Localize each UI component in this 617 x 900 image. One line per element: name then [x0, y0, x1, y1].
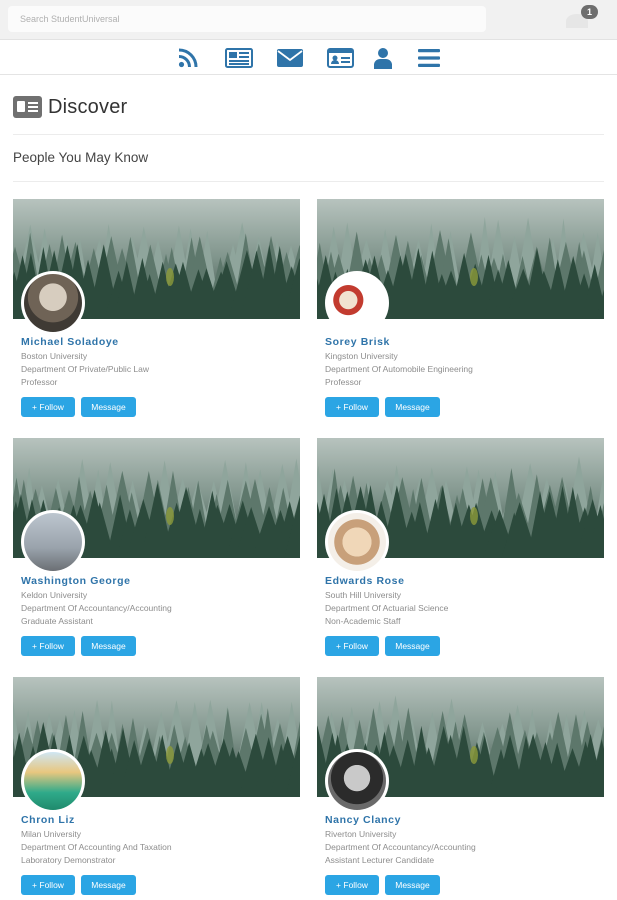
message-button[interactable]: Message [385, 875, 440, 895]
person-name[interactable]: Sorey Brisk [325, 336, 390, 348]
person-name[interactable]: Nancy Clancy [325, 814, 401, 826]
person-role: Non-Academic Staff [325, 616, 401, 626]
person-name[interactable]: Washington George [21, 575, 131, 587]
person-role: Assistant Lecturer Candidate [325, 855, 435, 865]
person-card: Washington George Keldon University Depa… [13, 438, 300, 663]
id-card-icon [13, 96, 42, 118]
follow-button[interactable]: + Follow [325, 875, 379, 895]
person-university: Kingston University [325, 351, 398, 361]
message-button[interactable]: Message [81, 875, 136, 895]
divider [13, 181, 604, 182]
page-title: Discover [13, 93, 127, 121]
avatar[interactable] [21, 271, 85, 335]
person-university: Milan University [21, 829, 81, 839]
person-card: Michael Soladoye Boston University Depar… [13, 199, 300, 424]
person-department: Department Of Automobile Engineering [325, 364, 473, 374]
person-card: Nancy Clancy Riverton University Departm… [317, 677, 604, 900]
person-department: Department Of Actuarial Science [325, 603, 449, 613]
person-card: Sorey Brisk Kingston University Departme… [317, 199, 604, 424]
person-card: Chron Liz Milan University Department Of… [13, 677, 300, 900]
follow-button[interactable]: + Follow [21, 397, 75, 417]
message-button[interactable]: Message [81, 636, 136, 656]
user-icon[interactable] [372, 46, 394, 70]
top-bar: 1 [0, 0, 617, 40]
person-department: Department Of Private/Public Law [21, 364, 150, 374]
page-title-text: Discover [48, 95, 128, 118]
person-name[interactable]: Michael Soladoye [21, 336, 119, 348]
message-button[interactable]: Message [81, 397, 136, 417]
person-role: Graduate Assistant [21, 616, 93, 626]
icon-navbar [0, 41, 617, 75]
follow-button[interactable]: + Follow [21, 875, 75, 895]
person-department: Department Of Accountancy/Accounting [21, 603, 172, 613]
notification-count-badge[interactable]: 1 [581, 5, 598, 19]
divider [13, 134, 604, 135]
avatar[interactable] [325, 749, 389, 813]
person-role: Laboratory Demonstrator [21, 855, 116, 865]
rss-icon[interactable] [176, 46, 200, 70]
person-department: Department Of Accounting And Taxation [21, 842, 172, 852]
person-name[interactable]: Chron Liz [21, 814, 75, 826]
envelope-icon[interactable] [276, 46, 304, 70]
follow-button[interactable]: + Follow [21, 636, 75, 656]
person-department: Department Of Accountancy/Accounting [325, 842, 476, 852]
avatar[interactable] [325, 271, 389, 335]
newspaper-icon[interactable] [224, 46, 254, 70]
person-university: Keldon University [21, 590, 88, 600]
message-button[interactable]: Message [385, 397, 440, 417]
avatar[interactable] [21, 749, 85, 813]
id-card-icon[interactable] [326, 46, 354, 70]
person-university: Riverton University [325, 829, 397, 839]
follow-button[interactable]: + Follow [325, 397, 379, 417]
person-card: Edwards Rose South Hill University Depar… [317, 438, 604, 663]
person-name[interactable]: Edwards Rose [325, 575, 405, 587]
search-input[interactable] [8, 6, 486, 32]
person-university: Boston University [21, 351, 88, 361]
avatar[interactable] [21, 510, 85, 574]
section-title: People You May Know [13, 150, 149, 165]
message-button[interactable]: Message [385, 636, 440, 656]
avatar[interactable] [325, 510, 389, 574]
person-role: Professor [21, 377, 58, 387]
menu-icon[interactable] [417, 46, 441, 70]
person-role: Professor [325, 377, 362, 387]
person-university: South Hill University [325, 590, 402, 600]
follow-button[interactable]: + Follow [325, 636, 379, 656]
